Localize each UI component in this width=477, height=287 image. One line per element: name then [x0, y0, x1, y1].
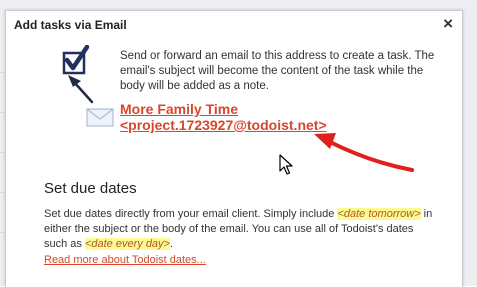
due-dates-text-1: Set due dates directly from your email c… — [44, 208, 338, 220]
email-link-address: <project.1723927@todoist.net> — [120, 117, 327, 133]
project-email-address-link[interactable]: More Family Time <project.1723927@todois… — [120, 101, 327, 133]
checkbox-icon — [62, 44, 90, 75]
add-tasks-via-email-dialog: Add tasks via Email × Send or forward an… — [5, 10, 463, 287]
email-link-project-name: More Family Time — [120, 101, 239, 117]
due-dates-heading: Set due dates — [44, 180, 137, 197]
connector-arrow-icon — [68, 75, 94, 104]
date-every-day-example: <date every day> — [84, 238, 170, 250]
intro-description: Send or forward an email to this address… — [120, 50, 435, 92]
due-dates-text-3: . — [169, 238, 174, 250]
due-dates-description: Set due dates directly from your email c… — [44, 207, 436, 252]
email-to-task-illustration — [54, 44, 120, 131]
read-more-dates-link[interactable]: Read more about Todoist dates... — [44, 254, 206, 266]
mouse-cursor-icon — [279, 154, 293, 175]
close-icon[interactable]: × — [443, 14, 453, 34]
envelope-icon — [86, 108, 114, 127]
dialog-title: Add tasks via Email — [14, 18, 127, 32]
date-tomorrow-example: <date tomorrow> — [337, 208, 421, 220]
